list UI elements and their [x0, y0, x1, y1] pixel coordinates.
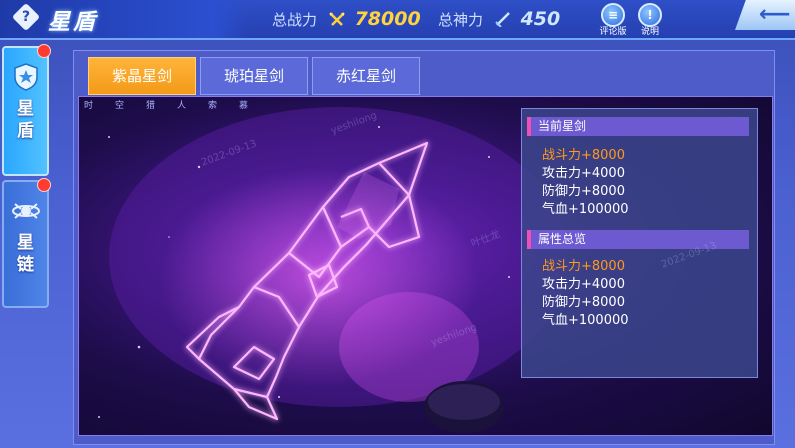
explain-label: 说明	[640, 27, 659, 37]
diamond-question-icon[interactable]: ?	[11, 2, 41, 32]
total-power-value: 78000	[354, 8, 421, 30]
tab-amethyst-sword[interactable]: 紫晶星剑	[88, 57, 196, 95]
note-icon: ≡	[601, 3, 625, 27]
back-arrow-icon: ⟵	[759, 2, 791, 27]
current-attr-hp: 气血+100000	[542, 202, 629, 217]
total-attr-power: 战斗力+8000	[542, 259, 625, 274]
total-attr-defense: 防御力+8000	[542, 295, 625, 310]
tab-crimson-sword[interactable]: 赤红星剑	[312, 57, 420, 95]
attribute-panel: 当前星剑 战斗力+8000 攻击力+4000 防御力+8000 气血+10000…	[521, 108, 758, 378]
back-button[interactable]: ⟵	[735, 0, 795, 30]
crossed-swords-icon	[328, 12, 345, 26]
shield-star-icon	[11, 62, 41, 92]
current-attr-attack: 攻击力+4000	[542, 166, 625, 181]
total-god: 总神力 450	[438, 8, 560, 30]
current-attr-defense: 防御力+8000	[542, 184, 625, 199]
current-sword-header: 当前星剑	[527, 117, 749, 136]
explain-button[interactable]: ! 说明	[633, 3, 667, 37]
sword-icon	[495, 12, 510, 27]
info-pin-icon: !	[638, 3, 662, 27]
total-power: 总战力 78000	[272, 8, 421, 30]
current-attr-power: 战斗力+8000	[542, 148, 625, 163]
sidebar-item-star-shield[interactable]: 星盾	[2, 46, 49, 176]
notification-dot	[37, 44, 51, 58]
sidebar-item-star-chain[interactable]: 星链	[2, 180, 49, 308]
total-god-value: 450	[520, 8, 561, 30]
review-label: 评论版	[599, 27, 627, 37]
review-button[interactable]: ≡ 评论版	[596, 3, 630, 37]
total-attr-hp: 气血+100000	[542, 313, 629, 328]
sidebar-item-label: 星链	[17, 233, 34, 275]
top-bar: ? 星盾 总战力 78000 总神力 450 ≡ 评论版 ! 说明 ⟵	[0, 0, 795, 40]
star-chain-icon	[11, 196, 41, 226]
title-box: ? 星盾	[0, 0, 250, 38]
ruler-text: 时空猎人索慕	[84, 101, 271, 111]
page-title: 星盾	[48, 10, 99, 35]
total-god-label: 总神力	[438, 11, 484, 29]
notification-dot	[37, 178, 51, 192]
tab-amber-sword[interactable]: 琥珀星剑	[200, 57, 308, 95]
total-power-label: 总战力	[272, 11, 318, 29]
sidebar-item-label: 星盾	[17, 99, 34, 141]
total-attr-attack: 攻击力+4000	[542, 277, 625, 292]
